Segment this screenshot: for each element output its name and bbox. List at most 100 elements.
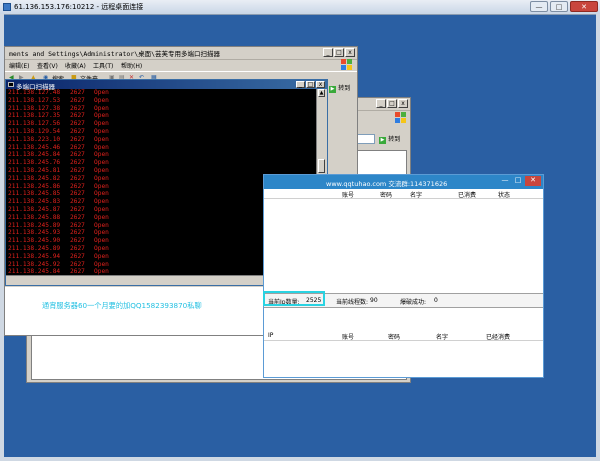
console-line-ip: 211.138.245.89 bbox=[8, 221, 61, 229]
go-label: 转到 bbox=[388, 136, 401, 143]
console-line: 211.138.245.46 2627 Open bbox=[8, 144, 320, 152]
console-line-port: 2627 bbox=[70, 213, 85, 221]
rdp-app-icon bbox=[3, 3, 11, 11]
scroll-up-icon[interactable]: ▲ bbox=[318, 89, 325, 97]
scanner-title-bar: www.qqtuhao.com 交流群:114371626 — □ ✕ bbox=[264, 175, 543, 189]
console-line-status: Open bbox=[94, 244, 109, 252]
console-line-ip: 211.138.129.54 bbox=[8, 127, 61, 135]
console-line-port: 2627 bbox=[70, 205, 85, 213]
back-close-button[interactable]: x bbox=[398, 99, 408, 108]
console-line-ip: 211.138.245.84 bbox=[8, 151, 61, 159]
console-line-status: Open bbox=[94, 151, 109, 159]
console-close-button[interactable]: x bbox=[316, 81, 325, 88]
console-line-status: Open bbox=[94, 143, 109, 151]
back-maximize-button[interactable]: □ bbox=[387, 99, 397, 108]
console-line-ip: 211.138.245.88 bbox=[8, 213, 61, 221]
console-line-ip: 211.138.245.85 bbox=[8, 190, 61, 198]
console-line-status: Open bbox=[94, 127, 109, 135]
console-line: 211.138.129.54 2627 Open bbox=[8, 128, 320, 136]
threads-value: 90 bbox=[370, 297, 378, 304]
console-line-port: 2627 bbox=[70, 143, 85, 151]
results-table-header: 账号 密码 名字 已消费 状态 bbox=[264, 189, 543, 199]
console-line: 211.138.223.10 2627 Open bbox=[8, 136, 320, 144]
scanner-maximize-button[interactable]: □ bbox=[512, 176, 524, 186]
ip-count-highlight-box bbox=[263, 291, 325, 306]
console-line-status: Open bbox=[94, 174, 109, 182]
console-maximize-button[interactable]: □ bbox=[306, 81, 315, 88]
console-line-port: 2627 bbox=[70, 237, 85, 245]
col-status: 状态 bbox=[498, 192, 511, 199]
scanner-title: www.qqtuhao.com 交流群:114371626 bbox=[326, 180, 448, 188]
go-label: 转到 bbox=[338, 85, 351, 92]
col-name: 名字 bbox=[410, 192, 423, 199]
menu-view[interactable]: 查看(V) bbox=[37, 61, 58, 70]
menu-edit[interactable]: 编辑(E) bbox=[9, 61, 29, 70]
go-arrow-icon: ▶ bbox=[329, 86, 336, 93]
console-line: 211.138.127.38 2627 Open bbox=[8, 105, 320, 113]
console-line-status: Open bbox=[94, 198, 109, 206]
console-minimize-button[interactable]: _ bbox=[296, 81, 305, 88]
console-line-status: Open bbox=[94, 96, 109, 104]
explorer-go-button[interactable]: ▶ 转到 bbox=[329, 83, 359, 93]
console-scroll-thumb[interactable] bbox=[318, 159, 325, 173]
console-line-port: 2627 bbox=[70, 104, 85, 112]
rdp-minimize-button[interactable]: — bbox=[530, 1, 548, 12]
console-line-ip: 211.138.245.82 bbox=[8, 174, 61, 182]
ip-table-body[interactable] bbox=[264, 317, 543, 377]
console-line-status: Open bbox=[94, 182, 109, 190]
back-minimize-button[interactable]: _ bbox=[376, 99, 386, 108]
menu-favorites[interactable]: 收藏(A) bbox=[65, 61, 86, 70]
console-line-ip: 211.138.245.93 bbox=[8, 229, 61, 237]
console-line-status: Open bbox=[94, 221, 109, 229]
threads-label: 当前线程数: bbox=[336, 299, 369, 306]
scanner-close-button[interactable]: ✕ bbox=[525, 176, 541, 186]
console-line-status: Open bbox=[94, 252, 109, 260]
explorer-logo-icon bbox=[341, 59, 353, 71]
console-line-ip: 211.138.245.76 bbox=[8, 159, 61, 167]
console-line-ip: 211.138.245.81 bbox=[8, 166, 61, 174]
console-line: 211.138.245.76 2627 Open bbox=[8, 159, 320, 167]
console-line-ip: 211.138.245.94 bbox=[8, 252, 61, 260]
explorer-maximize-button[interactable]: □ bbox=[334, 48, 344, 57]
console-line-status: Open bbox=[94, 104, 109, 112]
console-line-port: 2627 bbox=[70, 166, 85, 174]
explorer-minimize-button[interactable]: _ bbox=[323, 48, 333, 57]
success-value: 0 bbox=[434, 297, 438, 304]
scanner-minimize-button[interactable]: — bbox=[499, 176, 511, 186]
console-line-ip: 211.138.245.46 bbox=[8, 143, 61, 151]
explorer-back-go-button[interactable]: ▶ 转到 bbox=[379, 134, 409, 144]
console-line-port: 2627 bbox=[70, 174, 85, 182]
console-line: 211.138.127.56 2627 Open bbox=[8, 120, 320, 128]
console-line-ip: 211.138.245.92 bbox=[8, 260, 61, 268]
console-line-status: Open bbox=[94, 213, 109, 221]
explorer-close-button[interactable]: x bbox=[345, 48, 355, 57]
console-line-ip: 211.138.127.38 bbox=[8, 104, 61, 112]
go-arrow-icon: ▶ bbox=[379, 137, 386, 144]
col-account: 账号 bbox=[342, 192, 355, 199]
scanner-panel-window[interactable]: www.qqtuhao.com 交流群:114371626 — □ ✕ 账号 密… bbox=[263, 174, 544, 378]
console-line-port: 2627 bbox=[70, 112, 85, 120]
console-line: 211.138.127.35 2627 Open bbox=[8, 112, 320, 120]
console-line-ip: 211.138.127.56 bbox=[8, 120, 61, 128]
rdp-right-border bbox=[596, 14, 600, 461]
rdp-maximize-button[interactable]: □ bbox=[550, 1, 568, 12]
console-line-ip: 211.138.127.35 bbox=[8, 112, 61, 120]
promo-notice-text: 通宵服务器60一个月要的加QQ1582393870私聊 bbox=[42, 301, 202, 310]
console-line-port: 2627 bbox=[70, 198, 85, 206]
rdp-close-button[interactable]: ✕ bbox=[570, 1, 598, 12]
console-line: 211.138.127.48 2627 Open bbox=[8, 89, 320, 97]
console-line-status: Open bbox=[94, 120, 109, 128]
console-line-port: 2627 bbox=[70, 135, 85, 143]
console-line-status: Open bbox=[94, 260, 109, 268]
col-spent: 已消费 bbox=[458, 192, 477, 199]
menu-tools[interactable]: 工具(T) bbox=[93, 61, 113, 70]
console-line-status: Open bbox=[94, 229, 109, 237]
console-line-status: Open bbox=[94, 166, 109, 174]
console-line-port: 2627 bbox=[70, 127, 85, 135]
console-line-port: 2627 bbox=[70, 96, 85, 104]
console-line-port: 2627 bbox=[70, 229, 85, 237]
results-table-body[interactable] bbox=[264, 199, 543, 284]
menu-help[interactable]: 帮助(H) bbox=[121, 61, 142, 70]
console-line-port: 2627 bbox=[70, 182, 85, 190]
console-line-ip: 211.138.245.86 bbox=[8, 182, 61, 190]
